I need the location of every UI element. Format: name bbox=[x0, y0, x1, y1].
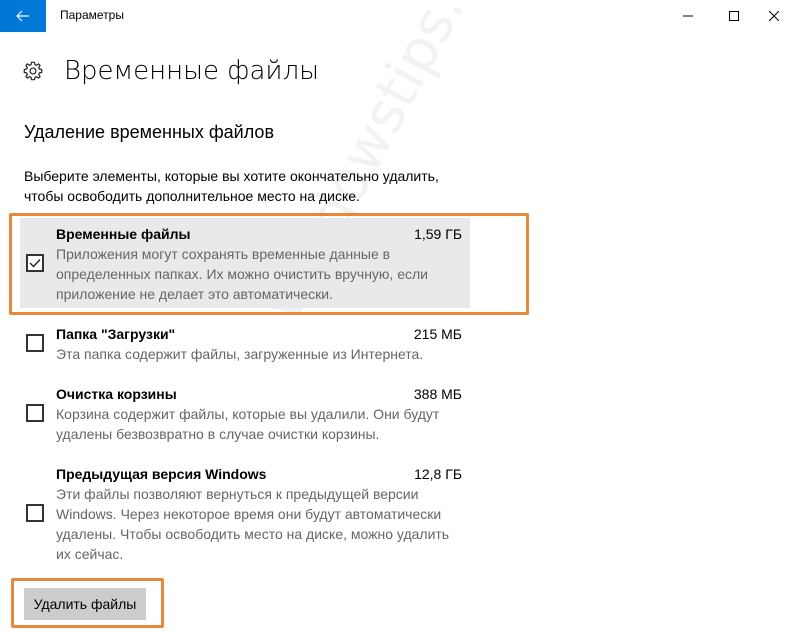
list-item-previous-windows[interactable]: Предыдущая версия Windows 12,8 ГБ Эти фа… bbox=[20, 464, 470, 568]
close-button[interactable] bbox=[757, 0, 791, 32]
minimize-button[interactable] bbox=[665, 0, 711, 32]
minimize-icon bbox=[683, 15, 693, 17]
item-description: Эта папка содержит файлы, загруженные из… bbox=[56, 346, 424, 362]
checkbox-recycle-bin[interactable] bbox=[26, 404, 44, 422]
checkbox-previous-windows[interactable] bbox=[26, 504, 44, 522]
window-title: Параметры bbox=[60, 8, 124, 22]
item-size: 215 МБ bbox=[413, 326, 462, 342]
arrow-left-icon bbox=[16, 10, 29, 22]
page-title: Временные файлы bbox=[64, 56, 320, 86]
section-description: Выберите элементы, которые вы хотите око… bbox=[24, 168, 439, 204]
close-icon bbox=[769, 11, 779, 21]
gear-icon bbox=[23, 61, 43, 81]
section-title: Удаление временных файлов bbox=[24, 122, 275, 142]
item-name: Очистка корзины bbox=[56, 386, 177, 402]
checkbox-downloads[interactable] bbox=[26, 334, 44, 352]
page-header: Временные файлы bbox=[22, 56, 319, 86]
title-bar: Параметры bbox=[0, 0, 791, 32]
maximize-icon bbox=[729, 11, 739, 21]
item-name: Предыдущая версия Windows bbox=[56, 466, 267, 482]
item-description: Корзина содержит файлы, которые вы удали… bbox=[56, 406, 440, 442]
item-name: Папка "Загрузки" bbox=[56, 326, 176, 342]
item-size: 12,8 ГБ bbox=[414, 466, 462, 482]
back-button[interactable] bbox=[0, 0, 46, 32]
highlight-frame bbox=[11, 578, 164, 628]
list-item-downloads[interactable]: Папка "Загрузки" 215 МБ Эта папка содерж… bbox=[20, 324, 470, 368]
item-description: Эти файлы позволяют вернуться к предыдущ… bbox=[56, 486, 450, 562]
item-size: 388 МБ bbox=[413, 386, 462, 402]
maximize-button[interactable] bbox=[711, 0, 757, 32]
settings-window: Параметры windowstips.ru Временные файлы… bbox=[0, 0, 791, 632]
highlight-frame bbox=[9, 213, 529, 315]
list-item-recycle-bin[interactable]: Очистка корзины 388 МБ Корзина содержит … bbox=[20, 384, 470, 448]
